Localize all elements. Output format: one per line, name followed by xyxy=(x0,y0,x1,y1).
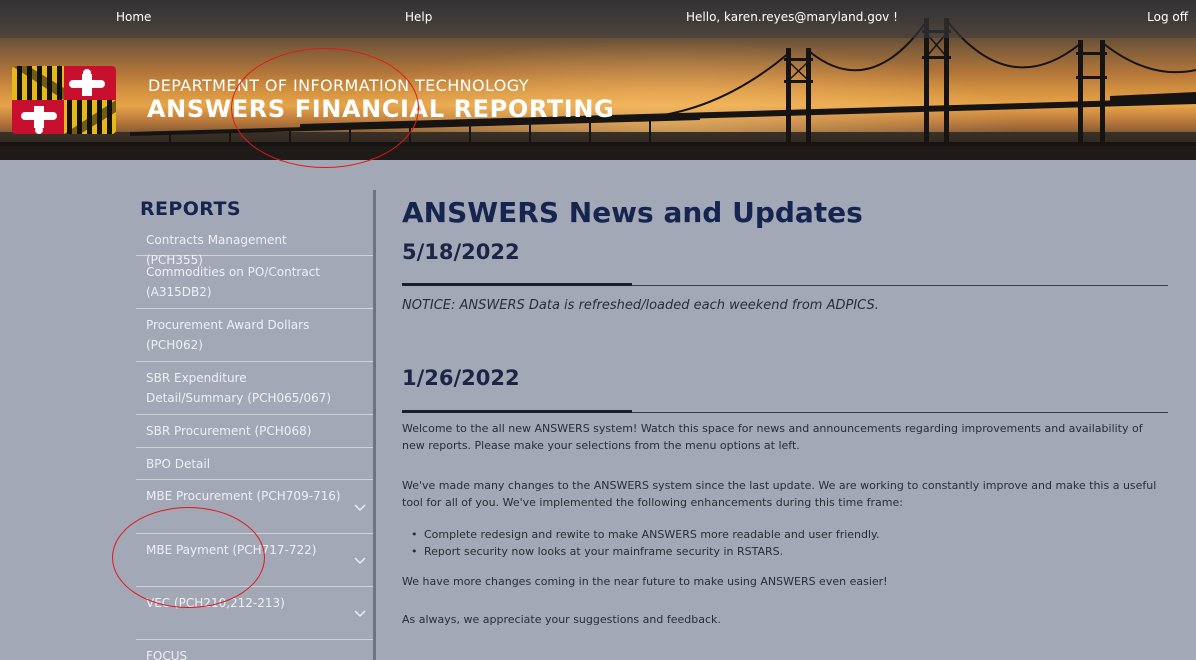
sidebar-item-label: Commodities on PO/Contract (A315DB2) xyxy=(146,265,320,299)
department-name: DEPARTMENT OF INFORMATION TECHNOLOGY xyxy=(148,76,529,95)
divider-accent xyxy=(402,410,632,413)
sidebar-item-vec[interactable]: VEC (PCH210,212-213) xyxy=(136,587,373,640)
sidebar-item-label: MBE Procurement (PCH709-716) xyxy=(146,489,341,503)
sidebar-item-label: SBR Expenditure Detail/Summary (PCH065/0… xyxy=(146,371,332,405)
post-paragraph: We have more changes coming in the near … xyxy=(402,575,888,588)
chevron-down-icon[interactable] xyxy=(353,501,367,513)
sidebar-item-commodities[interactable]: Commodities on PO/Contract (A315DB2) xyxy=(136,256,373,309)
sidebar-item-label: VEC (PCH210,212-213) xyxy=(146,596,285,610)
chevron-down-icon[interactable] xyxy=(353,607,367,619)
sidebar-item-label: FOCUS xyxy=(146,649,188,660)
nav-help-link[interactable]: Help xyxy=(405,10,432,24)
header-banner: Home Help Hello, karen.reyes@maryland.go… xyxy=(0,0,1196,160)
sidebar-item-label: MBE Payment (PCH717-722) xyxy=(146,543,317,557)
post-paragraph: We've made many changes to the ANSWERS s… xyxy=(402,479,1157,509)
sidebar-item-procurement-award[interactable]: Procurement Award Dollars (PCH062) xyxy=(136,309,373,362)
page-title: ANSWERS News and Updates xyxy=(402,196,863,229)
post-paragraph: Welcome to the all new ANSWERS system! W… xyxy=(402,422,1143,452)
news-content: ANSWERS News and Updates 5/18/2022 NOTIC… xyxy=(402,190,1172,660)
nav-home-link[interactable]: Home xyxy=(116,10,151,24)
chevron-down-icon[interactable] xyxy=(353,554,367,566)
top-nav-bar: Home Help Hello, karen.reyes@maryland.go… xyxy=(0,0,1196,38)
sidebar-item-label: SBR Procurement (PCH068) xyxy=(146,424,312,438)
logoff-link[interactable]: Log off xyxy=(1147,10,1188,24)
notice-text: NOTICE: ANSWERS Data is refreshed/loaded… xyxy=(402,298,879,313)
sidebar-title: REPORTS xyxy=(140,198,241,220)
divider-accent xyxy=(402,283,632,286)
sidebar-item-label: Procurement Award Dollars (PCH062) xyxy=(146,318,310,352)
sidebar-item-contracts-management[interactable]: Contracts Management (PCH355) xyxy=(136,224,373,267)
sidebar-item-sbr-expenditure[interactable]: SBR Expenditure Detail/Summary (PCH065/0… xyxy=(136,362,373,415)
sidebar-item-bpo-detail[interactable]: BPO Detail xyxy=(136,448,373,480)
sidebar-item-mbe-payment[interactable]: MBE Payment (PCH717-722) xyxy=(136,534,373,587)
page: Home Help Hello, karen.reyes@maryland.go… xyxy=(0,0,1196,660)
sidebar-item-label: BPO Detail xyxy=(146,457,211,471)
user-greeting: Hello, karen.reyes@maryland.gov ! xyxy=(686,10,898,24)
app-title: ANSWERS FINANCIAL REPORTING xyxy=(147,95,615,123)
list-item: Report security now looks at your mainfr… xyxy=(411,543,783,560)
sidebar-item-mbe-procurement[interactable]: MBE Procurement (PCH709-716) xyxy=(136,480,373,534)
sidebar-item-sbr-procurement[interactable]: SBR Procurement (PCH068) xyxy=(136,415,373,448)
reports-sidebar: REPORTS Contracts Management (PCH355) Co… xyxy=(136,190,376,660)
maryland-flag-icon xyxy=(12,66,116,134)
list-item: Complete redesign and rewite to make ANS… xyxy=(411,526,879,543)
sidebar-item-focus[interactable]: FOCUS xyxy=(136,640,373,660)
post-date: 1/26/2022 xyxy=(402,366,520,390)
post-paragraph: As always, we appreciate your suggestion… xyxy=(402,613,721,626)
post-date: 5/18/2022 xyxy=(402,240,520,264)
